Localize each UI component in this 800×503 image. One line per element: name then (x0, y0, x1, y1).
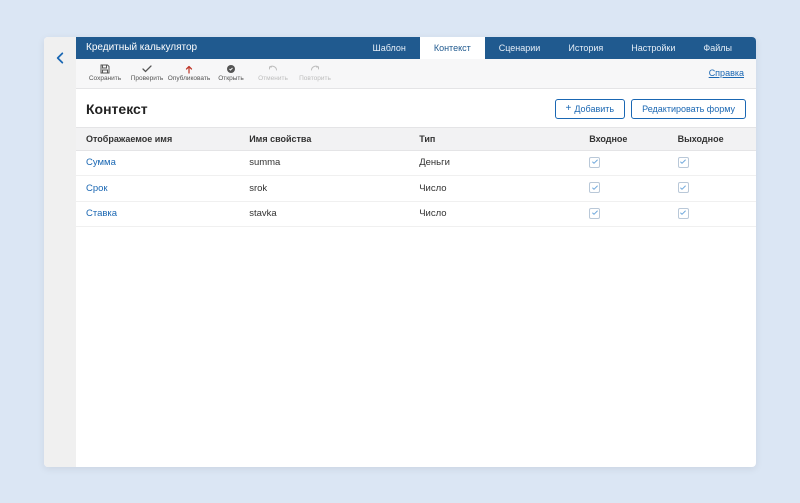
row-display-name[interactable]: Сумма (76, 150, 239, 176)
row-type: Число (409, 176, 579, 202)
table-row: СтавкаstavkaЧисло (76, 201, 756, 227)
row-input (579, 176, 667, 202)
undo-button[interactable]: Отменить (252, 59, 294, 87)
nav-tab[interactable]: История (554, 37, 617, 59)
app-window: Кредитный калькулятор ШаблонКонтекстСцен… (44, 37, 756, 467)
redo-button[interactable]: Повторить (294, 59, 336, 87)
header-bar: Кредитный калькулятор ШаблонКонтекстСцен… (76, 37, 756, 59)
nav-tab[interactable]: Настройки (617, 37, 689, 59)
top-nav: ШаблонКонтекстСценарииИсторияНастройкиФа… (358, 37, 746, 59)
table-row: СуммаsummaДеньги (76, 150, 756, 176)
nav-tab[interactable]: Файлы (689, 37, 746, 59)
save-icon (99, 63, 111, 75)
undo-label: Отменить (258, 76, 288, 83)
main-column: Кредитный калькулятор ШаблонКонтекстСцен… (76, 37, 756, 467)
checkbox[interactable] (589, 157, 600, 168)
help-link[interactable]: Справка (709, 68, 748, 78)
open-label: Открыть (218, 76, 244, 83)
table-header-row: Отображаемое имя Имя свойства Тип Входно… (76, 127, 756, 150)
open-button[interactable]: Открыть (210, 59, 252, 87)
check-button[interactable]: Проверить (126, 59, 168, 87)
nav-tab[interactable]: Сценарии (485, 37, 555, 59)
plus-icon: + (566, 104, 572, 114)
page-header: Контекст + Добавить Редактировать форму (76, 89, 756, 127)
row-type: Деньги (409, 150, 579, 176)
open-icon (225, 63, 237, 75)
redo-icon (309, 63, 321, 75)
col-type[interactable]: Тип (409, 127, 579, 150)
checkbox[interactable] (589, 208, 600, 219)
nav-tab[interactable]: Контекст (420, 37, 485, 59)
checkbox[interactable] (678, 157, 689, 168)
save-button[interactable]: Сохранить (84, 59, 126, 87)
edit-form-button-label: Редактировать форму (642, 104, 735, 114)
row-input (579, 150, 667, 176)
row-input (579, 201, 667, 227)
check-icon (141, 63, 153, 75)
toolbar: Сохранить Проверить Опубликовать Открыть (76, 59, 756, 89)
row-output (668, 176, 756, 202)
col-input[interactable]: Входное (579, 127, 667, 150)
row-display-name[interactable]: Срок (76, 176, 239, 202)
chevron-left-icon (53, 47, 67, 69)
row-output (668, 201, 756, 227)
col-display-name[interactable]: Отображаемое имя (76, 127, 239, 150)
save-label: Сохранить (89, 76, 121, 83)
redo-label: Повторить (299, 76, 331, 83)
add-button[interactable]: + Добавить (555, 99, 626, 119)
app-title: Кредитный калькулятор (86, 42, 197, 53)
col-prop-name[interactable]: Имя свойства (239, 127, 409, 150)
nav-tab[interactable]: Шаблон (358, 37, 419, 59)
row-prop-name: srok (239, 176, 409, 202)
context-table: Отображаемое имя Имя свойства Тип Входно… (76, 127, 756, 228)
back-button[interactable] (44, 37, 76, 467)
row-type: Число (409, 201, 579, 227)
checkbox[interactable] (589, 182, 600, 193)
row-display-name[interactable]: Ставка (76, 201, 239, 227)
add-button-label: Добавить (574, 104, 614, 114)
row-prop-name: stavka (239, 201, 409, 227)
undo-icon (267, 63, 279, 75)
table-row: СрокsrokЧисло (76, 176, 756, 202)
page-title: Контекст (86, 101, 148, 117)
edit-form-button[interactable]: Редактировать форму (631, 99, 746, 119)
publish-label: Опубликовать (168, 76, 211, 83)
row-prop-name: summa (239, 150, 409, 176)
col-output[interactable]: Выходное (668, 127, 756, 150)
row-output (668, 150, 756, 176)
publish-icon (183, 63, 195, 75)
checkbox[interactable] (678, 208, 689, 219)
checkbox[interactable] (678, 182, 689, 193)
check-label: Проверить (131, 76, 164, 83)
publish-button[interactable]: Опубликовать (168, 59, 210, 87)
